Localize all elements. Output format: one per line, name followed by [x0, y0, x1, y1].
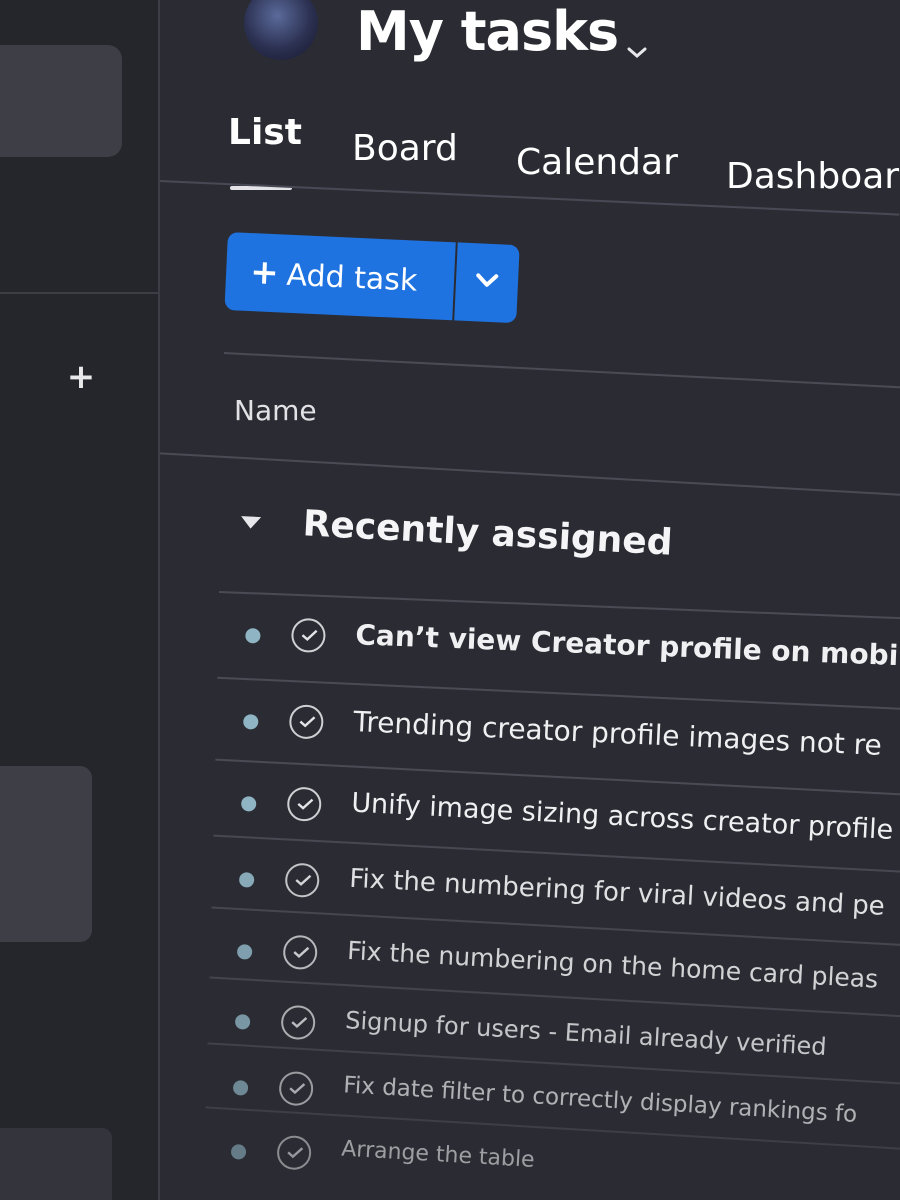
- column-header-name[interactable]: Name: [234, 394, 317, 427]
- status-dot: [232, 1079, 249, 1096]
- task-name[interactable]: Can’t view Creator profile on mobile: [355, 618, 900, 673]
- chevron-down-icon[interactable]: [626, 46, 648, 60]
- row-divider: [219, 590, 900, 623]
- row-divider: [217, 676, 900, 714]
- status-dot: [234, 1013, 251, 1030]
- check-circle-icon[interactable]: [280, 1004, 317, 1041]
- task-name[interactable]: Fix the numbering for viral videos and p…: [349, 864, 886, 922]
- tab-calendar[interactable]: Calendar: [516, 142, 678, 183]
- check-circle-icon[interactable]: [282, 934, 319, 971]
- status-dot: [236, 943, 253, 960]
- sidebar-add-icon[interactable]: +: [64, 360, 98, 394]
- sidebar: +: [0, 0, 160, 1200]
- add-task-dropdown-button[interactable]: [454, 242, 520, 324]
- check-circle-icon[interactable]: [284, 862, 321, 899]
- tab-board[interactable]: Board: [352, 128, 458, 169]
- add-task-button[interactable]: + Add task: [224, 232, 456, 321]
- task-name[interactable]: Trending creator profile images not re: [353, 705, 883, 762]
- add-task-label: Add task: [285, 257, 419, 299]
- column-header-divider-bottom: [160, 452, 900, 498]
- status-dot: [242, 713, 259, 730]
- task-name[interactable]: Arrange the table: [341, 1137, 536, 1173]
- task-row[interactable]: Fix the numbering for viral videos and p…: [213, 834, 900, 934]
- section-header[interactable]: Recently assigned: [237, 500, 900, 597]
- column-header-divider: [223, 352, 900, 391]
- avatar[interactable]: [244, 0, 318, 60]
- task-row[interactable]: Unify image sizing across creator profil…: [215, 758, 900, 858]
- check-circle-icon[interactable]: [278, 1070, 315, 1107]
- task-row[interactable]: Fix the numbering on the home card pleas: [211, 906, 900, 1006]
- sidebar-nav-item-highlight[interactable]: [0, 45, 122, 157]
- sidebar-divider: [0, 292, 158, 294]
- tab-list[interactable]: List: [228, 112, 302, 153]
- check-circle-icon[interactable]: [276, 1134, 313, 1171]
- task-row[interactable]: Arrange the table: [205, 1106, 900, 1200]
- status-dot: [240, 795, 257, 812]
- main-content: My tasks List Board Calendar Dashboard +…: [160, 0, 900, 1200]
- task-row[interactable]: Signup for users - Email already verifie…: [209, 976, 900, 1076]
- triangle-down-icon[interactable]: [238, 514, 263, 531]
- check-circle-icon[interactable]: [286, 786, 323, 823]
- sidebar-card-bottom[interactable]: [0, 1128, 112, 1200]
- status-dot: [230, 1143, 247, 1160]
- tab-dashboard[interactable]: Dashboard: [726, 156, 900, 197]
- task-name[interactable]: Unify image sizing across creator profil…: [351, 788, 894, 846]
- check-circle-icon[interactable]: [288, 704, 325, 740]
- chevron-down-icon: [476, 273, 499, 287]
- status-dot: [238, 871, 255, 888]
- page-title: My tasks: [356, 0, 619, 63]
- row-divider: [215, 758, 900, 800]
- task-row[interactable]: Trending creator profile images not re: [217, 676, 900, 776]
- status-dot: [245, 627, 261, 644]
- task-name[interactable]: Signup for users - Email already verifie…: [345, 1006, 828, 1061]
- add-task-button-group: + Add task: [224, 232, 520, 325]
- sidebar-card[interactable]: [0, 766, 92, 942]
- page-header: My tasks List Board Calendar Dashboard: [160, 0, 900, 230]
- section-title: Recently assigned: [301, 503, 674, 564]
- task-name[interactable]: Fix the numbering on the home card pleas: [347, 936, 879, 994]
- check-circle-icon[interactable]: [290, 617, 327, 654]
- plus-icon: +: [249, 252, 280, 294]
